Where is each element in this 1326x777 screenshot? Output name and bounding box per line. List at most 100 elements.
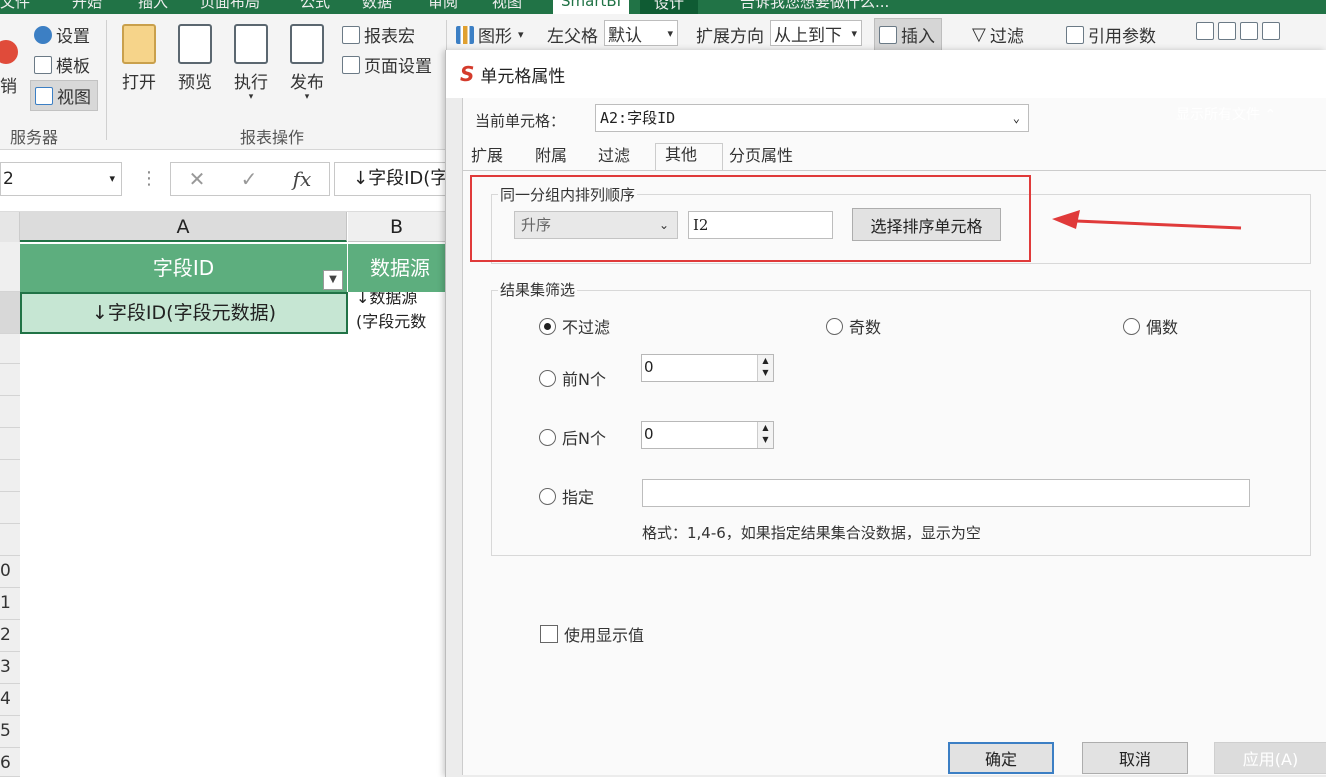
radio-no-filter[interactable]: 不过滤 [539,314,610,338]
tab-other-active[interactable]: 其他 [655,143,723,171]
result-filter-group [491,290,1311,556]
cell-b1-header[interactable]: 数据源 [348,244,445,292]
execute-button[interactable]: 执行 ▾ [224,24,278,102]
column-header-b[interactable]: B [348,212,445,242]
view-button[interactable]: 视图 [30,80,98,111]
radio-icon [539,487,556,505]
tab-data[interactable]: 数据 [362,0,392,12]
insert-button[interactable]: 插入 [874,18,942,51]
row-header[interactable] [0,364,20,396]
tab-design[interactable]: 设计 [640,0,699,14]
formula-input[interactable]: ↓字段ID(字 [334,162,454,196]
filter-button[interactable]: ▽ 过滤 [972,22,1024,47]
link-icon [1196,22,1214,40]
settings-button[interactable]: 设置 [34,22,90,47]
tab-attach[interactable]: 附属 [535,145,567,169]
radio-last-n[interactable]: 后N个 [539,425,606,449]
view-icon [35,86,53,105]
row-header[interactable]: 4 [0,684,20,716]
tab-review[interactable]: 审阅 [428,0,458,12]
open-button[interactable]: 打开 [112,24,166,93]
cancel-x-icon[interactable]: ✕ [189,167,206,191]
select-all-corner[interactable] [0,212,20,242]
radio-odd[interactable]: 奇数 [826,314,881,338]
row-header[interactable] [0,492,20,524]
chart-button[interactable]: 图形 ▾ [456,22,524,47]
page-setup-button[interactable]: 页面设置 [342,52,432,77]
chevron-down-icon: ▾ [667,26,673,40]
row-header[interactable]: 3 [0,652,20,684]
tell-me-box[interactable]: 告诉我您想要做什么... [740,0,889,12]
publish-button[interactable]: 发布 ▾ [280,24,334,102]
radio-first-n[interactable]: 前N个 [539,366,606,390]
preview-button[interactable]: 预览 [168,24,222,93]
function-fx-icon[interactable]: fx [293,167,312,191]
column-header-a[interactable]: A [20,212,347,242]
current-cell-select[interactable]: A2:字段ID ⌄ [595,104,1029,132]
ok-button[interactable]: 确定 [948,742,1054,774]
row-header[interactable] [0,396,20,428]
tab-page-layout[interactable]: 页面布局 [200,0,260,12]
row-header[interactable] [0,460,20,492]
ribbon-tab-strip: 文件 开始 插入 页面布局 公式 数据 审阅 视图 SmartBI 设计 告诉我… [0,0,1326,14]
row-header[interactable] [0,292,20,334]
row-header[interactable]: 1 [0,588,20,620]
spinner-arrows-icon[interactable]: ▲ ▼ [757,422,773,448]
cell-a1-header[interactable]: 字段ID ▼ [20,244,347,292]
row-header[interactable] [0,524,20,556]
tab-file[interactable]: 文件 [0,0,30,12]
radio-first-n-label: 前N个 [562,370,606,389]
row-header[interactable] [0,242,20,292]
spreadsheet-grid: A B 字段ID ▼ 数据源 ↓字段ID(字段元数据) ↓数据源 (字段元数 0 1… [0,212,445,777]
tab-paging[interactable]: 分页属性 [729,145,793,169]
filter-dropdown-icon[interactable]: ▼ [323,270,343,290]
specify-input[interactable] [642,479,1250,507]
apply-button[interactable]: 应用(A) [1214,742,1326,774]
name-box[interactable]: 2 ▾ [0,162,122,196]
radio-specify[interactable]: 指定 [539,484,594,508]
report-macro-button[interactable]: 报表宏 [342,22,415,47]
left-parent-label: 左父格 [547,27,598,47]
ref-param-button[interactable]: 引用参数 [1066,22,1156,47]
cell-b2[interactable]: ↓数据源 (字段元数 [356,292,445,334]
preview-icon [178,24,212,64]
row-header[interactable] [0,334,20,364]
left-parent-value: 默认 [608,25,642,46]
row-header[interactable]: 5 [0,716,20,748]
tab-filter[interactable]: 过滤 [598,145,630,169]
radio-icon [539,428,556,446]
template-button[interactable]: 模板 [34,52,90,77]
tab-home[interactable]: 开始 [72,0,102,12]
cancel-button[interactable]: 取消 [1082,742,1188,774]
confirm-check-icon[interactable]: ✓ [241,167,258,191]
show-all-files-overlay[interactable]: 显示所有文件 ⌃ [1176,104,1277,124]
row-header[interactable]: 6 [0,748,20,777]
extra-tools[interactable] [1196,22,1284,40]
tab-expand[interactable]: 扩展 [471,145,503,169]
cell-a2-selected[interactable]: ↓字段ID(字段元数据) [20,292,348,334]
expand-direction-select[interactable]: 从上到下 ▾ [770,20,862,46]
tab-view[interactable]: 视图 [492,0,522,12]
page-setup-label: 页面设置 [364,57,432,77]
report-macro-label: 报表宏 [364,27,415,47]
current-cell-label: 当前单元格： [475,112,566,130]
left-parent-select[interactable]: 默认 ▾ [604,20,678,46]
use-display-value-checkbox[interactable]: 使用显示值 [540,622,644,646]
cancel-label[interactable]: 销 [0,72,17,97]
first-n-stepper[interactable]: 0 ▲ ▼ [641,354,774,382]
radio-no-filter-label: 不过滤 [562,318,611,337]
row-header[interactable]: 0 [0,556,20,588]
radio-even[interactable]: 偶数 [1123,314,1178,338]
tab-formulas[interactable]: 公式 [300,0,330,12]
format-hint: 格式：1,4-6，如果指定结果集合没数据，显示为空 [642,524,981,542]
row-header[interactable]: 2 [0,620,20,652]
checkbox-icon [540,625,558,643]
group-label-server: 服务器 [10,128,59,147]
row-header[interactable] [0,428,20,460]
chevron-down-icon: ▾ [109,172,115,185]
spinner-arrows-icon[interactable]: ▲ ▼ [757,355,773,381]
tab-insert[interactable]: 插入 [138,0,168,12]
last-n-stepper[interactable]: 0 ▲ ▼ [641,421,774,449]
tab-smartbi[interactable]: SmartBI [553,0,630,14]
chevron-down-icon: ▾ [851,26,857,40]
